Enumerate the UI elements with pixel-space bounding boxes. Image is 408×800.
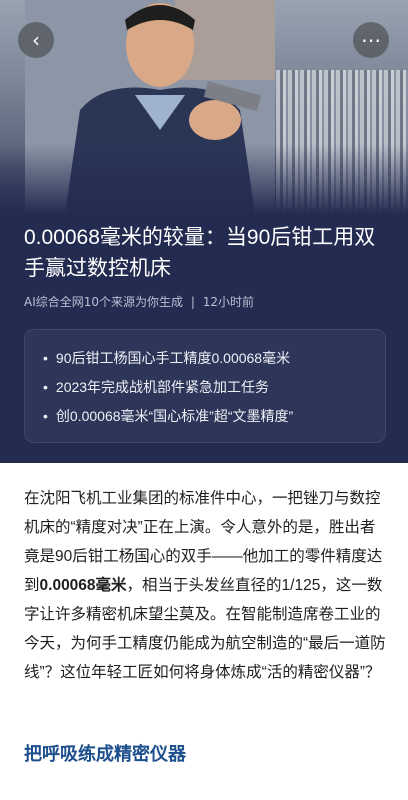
body-highlight: 0.00068毫米 — [39, 577, 127, 594]
meta-separator: | — [190, 295, 195, 309]
next-paragraph-cutoff — [24, 788, 390, 800]
back-button[interactable]: ‹ — [18, 22, 54, 58]
article-title: 0.00068毫米的较量：当90后钳工用双手赢过数控机床 — [24, 226, 376, 280]
hero-image — [0, 0, 408, 214]
article-meta: AI综合全网10个来源为你生成 | 12小时前 — [24, 293, 254, 310]
summary-item: 创0.00068毫米“国心标准”超“文墨精度” — [43, 402, 385, 431]
timestamp: 12小时前 — [202, 295, 255, 309]
chevron-left-icon: ‹ — [32, 28, 40, 52]
section-heading: 把呼吸练成精密仪器 — [24, 744, 186, 764]
more-button[interactable]: ⋯ — [353, 22, 389, 58]
summary-box: 90后钳工杨国心手工精度0.00068毫米 2023年完成战机部件紧急加工任务 … — [24, 329, 386, 443]
source-label: AI综合全网10个来源为你生成 — [24, 295, 184, 309]
summary-item: 2023年完成战机部件紧急加工任务 — [43, 373, 385, 402]
summary-item: 90后钳工杨国心手工精度0.00068毫米 — [43, 344, 385, 373]
article-body: 在沈阳飞机工业集团的标准件中心，一把锉刀与数控机床的“精度对决”正在上演。令人意… — [24, 484, 390, 687]
more-dots-icon: ⋯ — [361, 28, 381, 52]
